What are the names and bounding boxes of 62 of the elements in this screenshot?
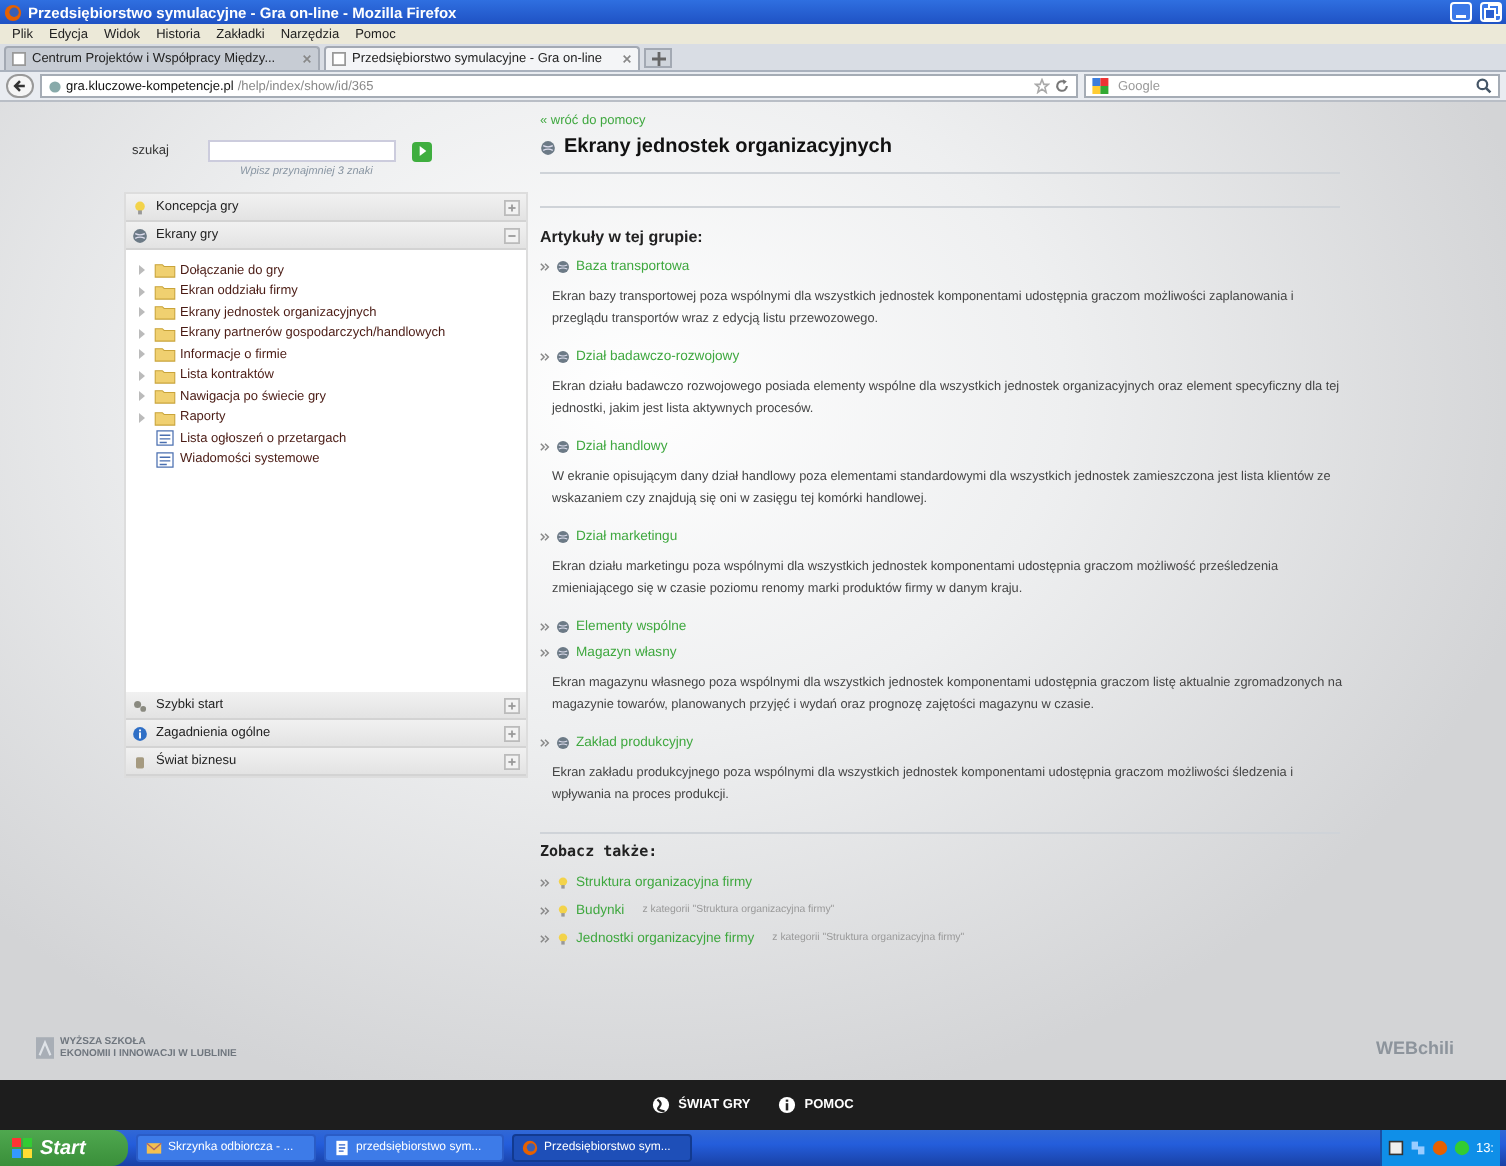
folder-icon <box>154 262 176 279</box>
double-chevron-icon <box>540 647 550 657</box>
search-icon[interactable] <box>1476 78 1492 94</box>
page-icon <box>332 52 346 66</box>
double-chevron-icon <box>540 905 550 915</box>
firefox-icon <box>4 3 22 21</box>
new-tab-button[interactable] <box>644 48 672 68</box>
bulb-icon <box>556 903 570 917</box>
double-chevron-icon <box>540 877 550 887</box>
page-icon <box>12 52 26 66</box>
folder-icon <box>154 304 176 321</box>
brand-logo: WEBchili <box>1375 1038 1454 1058</box>
bulb-icon <box>556 875 570 889</box>
folder-icon <box>154 346 176 363</box>
document-icon <box>154 430 176 447</box>
folder-icon <box>154 388 176 405</box>
minimize-button[interactable] <box>1450 2 1472 22</box>
network-icon <box>1409 1140 1426 1156</box>
windows-logo-icon <box>12 1138 32 1158</box>
bulb-icon <box>556 931 570 945</box>
search-engine-icon <box>1092 78 1112 94</box>
restore-icon <box>1483 4 1499 20</box>
double-chevron-icon <box>540 261 550 271</box>
status-icon <box>1453 1140 1470 1156</box>
gears-icon <box>132 697 148 713</box>
close-icon[interactable] <box>622 54 632 64</box>
info-icon <box>778 1096 797 1114</box>
close-icon[interactable] <box>302 54 312 64</box>
expand-icon[interactable] <box>504 725 520 741</box>
folder-icon <box>154 325 176 342</box>
restore-button[interactable] <box>1480 2 1502 22</box>
plus-icon <box>651 51 665 65</box>
document-icon <box>334 1140 350 1156</box>
expand-icon[interactable] <box>504 199 520 215</box>
envelope-icon <box>146 1140 162 1156</box>
expand-icon[interactable] <box>504 697 520 713</box>
firefox-icon <box>522 1140 538 1156</box>
help-search-field[interactable] <box>208 140 396 162</box>
page-heading: Ekrany jednostek organizacyjnych <box>564 136 892 158</box>
bulb-icon <box>132 199 148 215</box>
info-icon <box>132 725 148 741</box>
double-chevron-icon <box>540 621 550 631</box>
document-icon <box>154 451 176 468</box>
double-chevron-icon <box>540 933 550 943</box>
double-chevron-icon <box>540 531 550 541</box>
double-chevron-icon <box>540 737 550 747</box>
back-button[interactable] <box>6 74 34 98</box>
firefox-icon <box>1431 1140 1448 1156</box>
section-heading: Artykuły w tej grupie: <box>540 228 705 246</box>
star-icon[interactable] <box>1034 78 1050 94</box>
collapse-icon[interactable] <box>504 227 520 243</box>
reload-icon[interactable] <box>1054 78 1070 94</box>
play-icon <box>417 146 427 156</box>
folder-icon <box>154 283 176 300</box>
folder-icon <box>154 367 176 384</box>
double-chevron-icon <box>540 441 550 451</box>
search-go-button[interactable] <box>412 141 432 161</box>
folder-icon <box>154 409 176 426</box>
back-arrow-icon <box>12 78 28 94</box>
double-chevron-icon <box>540 351 550 361</box>
bin-icon <box>132 753 148 769</box>
expand-icon[interactable] <box>504 753 520 769</box>
